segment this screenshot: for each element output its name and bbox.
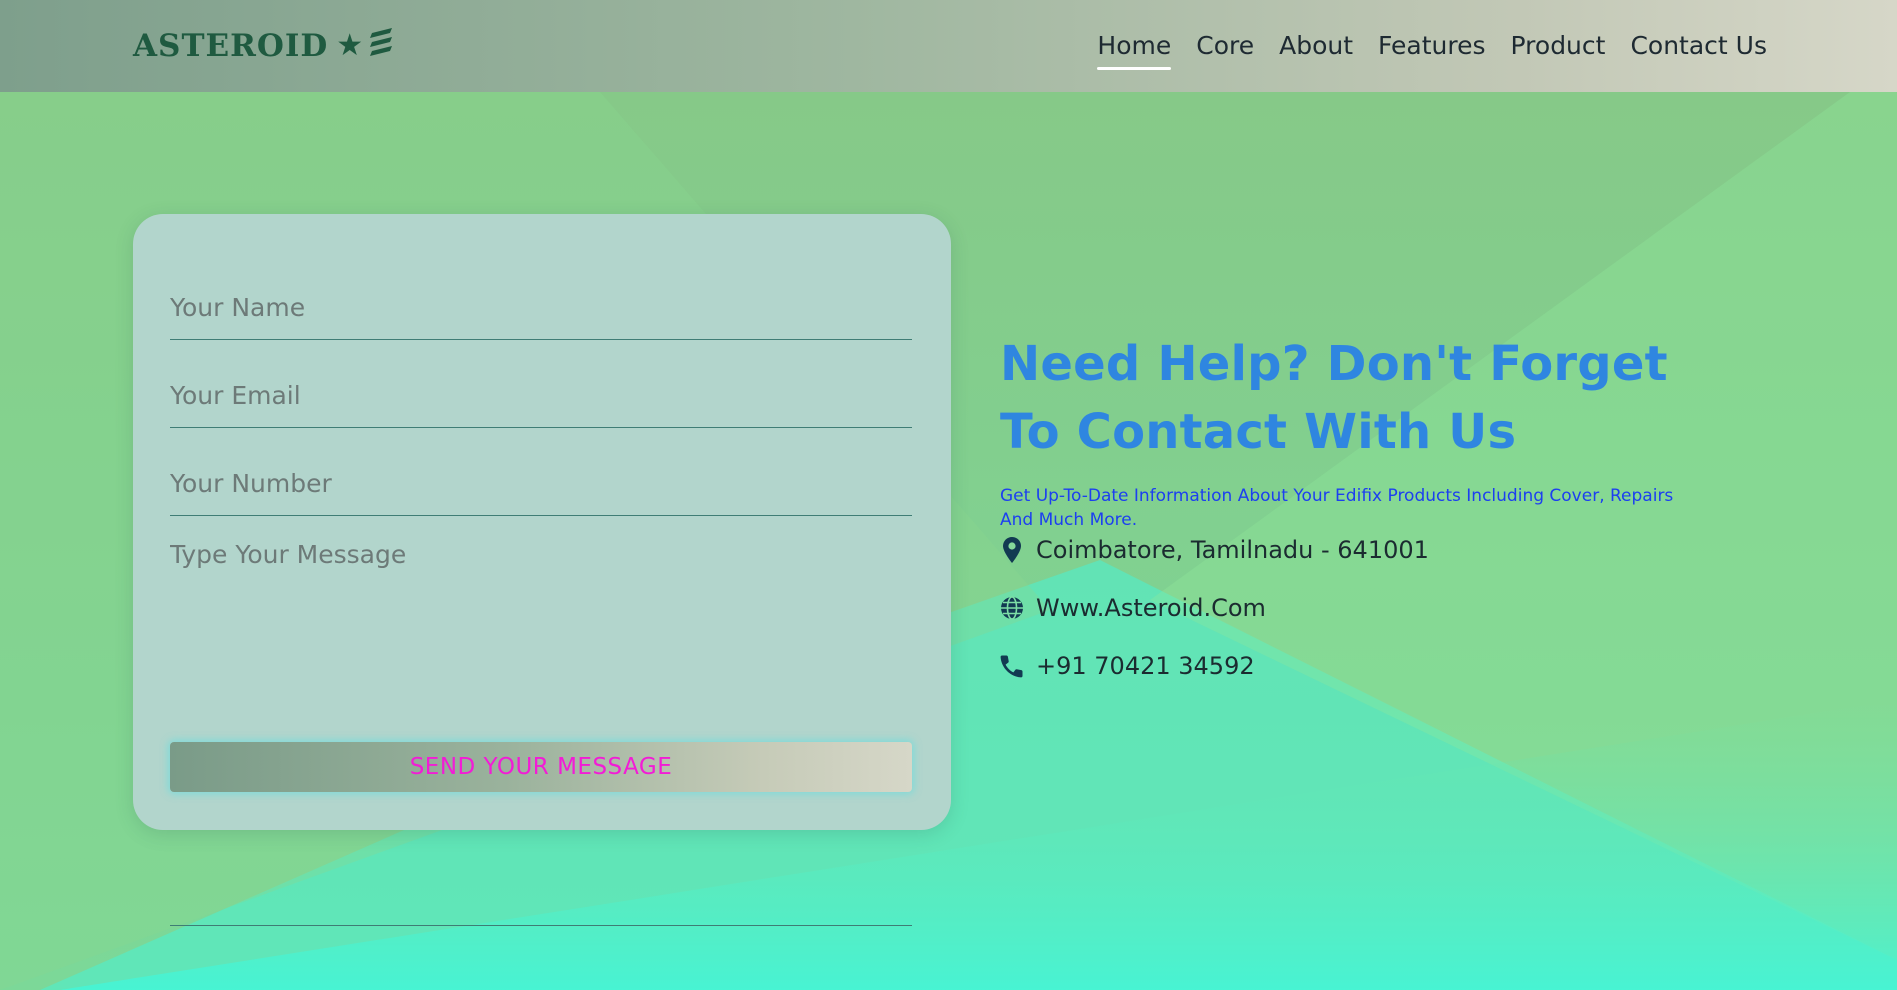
speed-lines-icon (368, 27, 394, 65)
contact-heading: Need Help? Don't Forget To Contact With … (1000, 336, 1668, 460)
contact-form-card: SEND YOUR MESSAGE (133, 214, 951, 926)
number-input[interactable] (170, 452, 912, 516)
nav-features[interactable]: Features (1378, 28, 1486, 64)
website-link[interactable]: Www.Asteroid.Com (1036, 594, 1266, 622)
location-text: Coimbatore, Tamilnadu - 641001 (1036, 536, 1429, 564)
phone-number[interactable]: +91 70421 34592 (1036, 652, 1255, 680)
nav-about[interactable]: About (1279, 28, 1353, 64)
map-pin-icon (1000, 537, 1024, 563)
nav-home[interactable]: Home (1097, 28, 1171, 70)
main-nav: Home Core About Features Product Contact… (1072, 28, 1767, 70)
website-row: Www.Asteroid.Com (1000, 590, 1720, 626)
location-row: Coimbatore, Tamilnadu - 641001 (1000, 532, 1720, 568)
nav-product[interactable]: Product (1511, 28, 1606, 64)
top-navigation-bar: ASTEROID ★ Home Core About Features Prod… (0, 0, 1897, 92)
message-textarea[interactable] (170, 526, 912, 926)
phone-row: +91 70421 34592 (1000, 648, 1720, 684)
name-input[interactable] (170, 276, 912, 340)
logo-text: ASTEROID (133, 28, 329, 64)
nav-core[interactable]: Core (1196, 28, 1254, 64)
phone-icon (1000, 653, 1024, 679)
contact-subtitle: Get Up-To-Date Information About Your Ed… (1000, 486, 1674, 530)
star-icon: ★ (336, 28, 365, 63)
logo[interactable]: ASTEROID ★ (133, 26, 394, 66)
contact-info: Need Help? Don't Forget To Contact With … (1000, 330, 1720, 684)
send-message-button[interactable]: SEND YOUR MESSAGE (170, 742, 912, 792)
nav-contact-us[interactable]: Contact Us (1630, 28, 1767, 64)
email-input[interactable] (170, 364, 912, 428)
globe-icon (1000, 595, 1024, 621)
